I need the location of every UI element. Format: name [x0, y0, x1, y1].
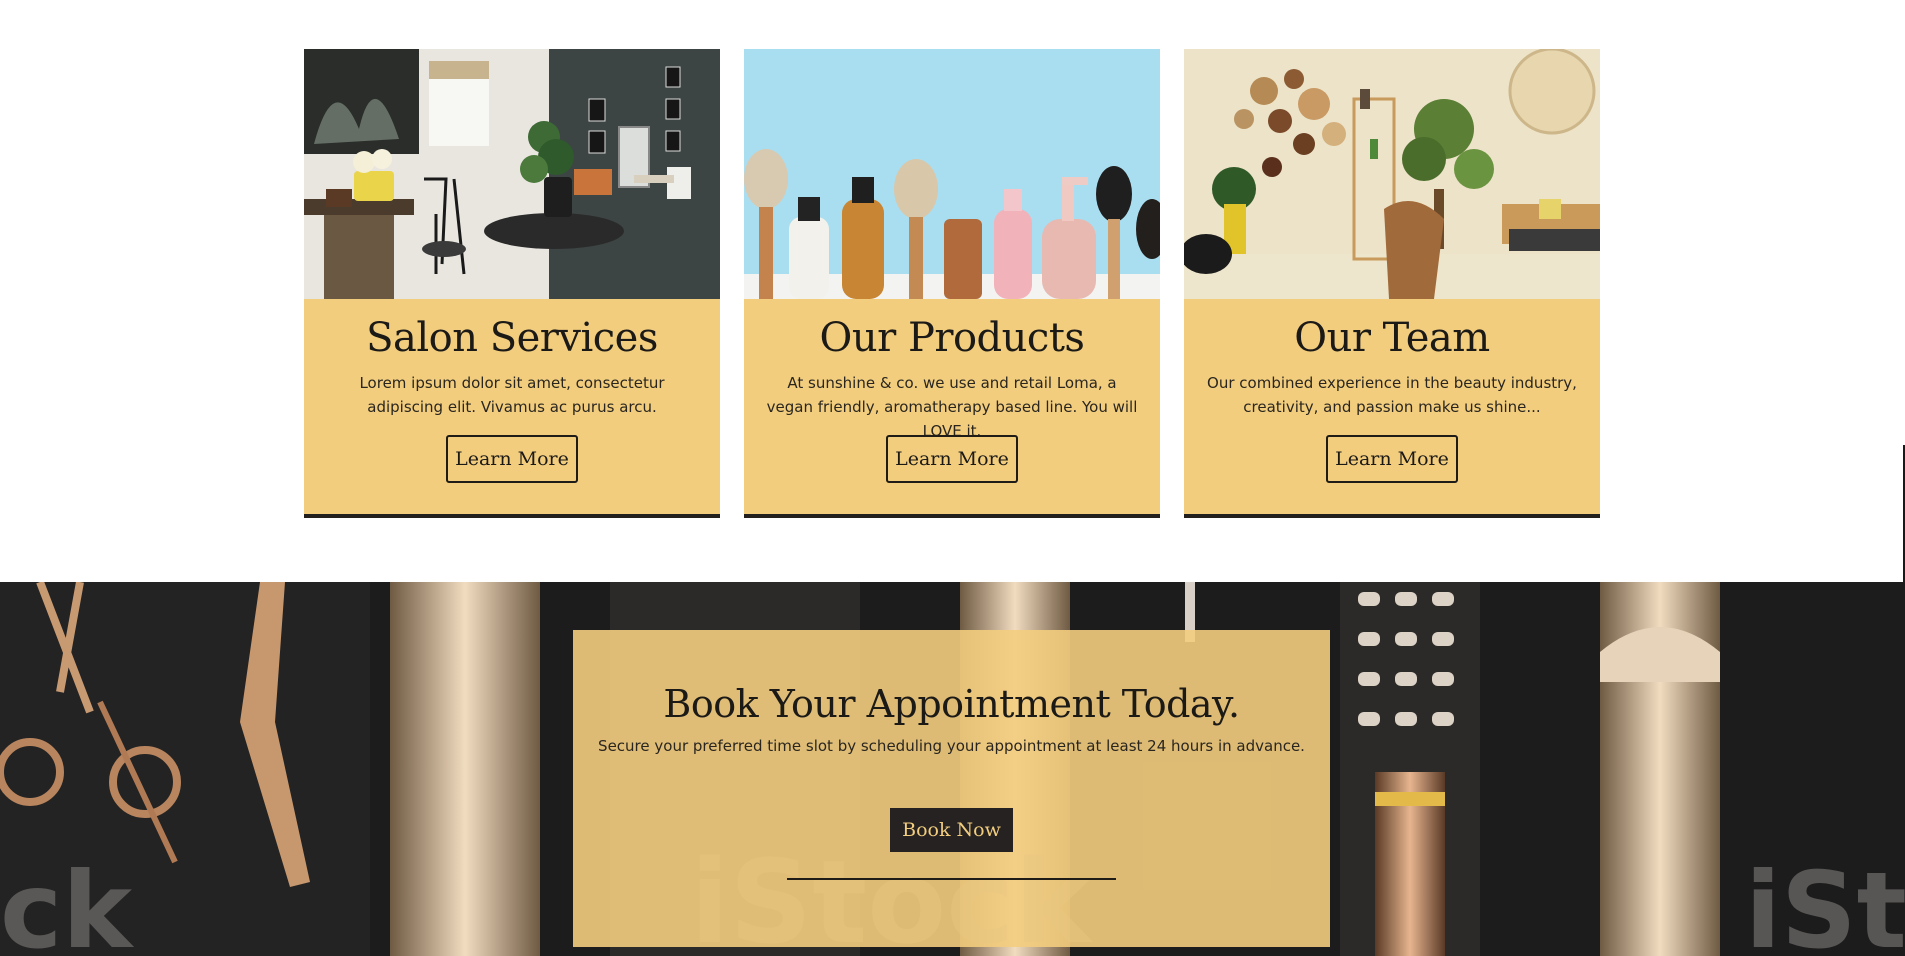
watermark-left: ck	[0, 850, 134, 956]
card-our-products: Our Products At sunshine & co. we use an…	[744, 49, 1160, 518]
learn-more-button[interactable]: Learn More	[1326, 435, 1458, 483]
learn-more-button[interactable]: Learn More	[886, 435, 1018, 483]
book-now-button[interactable]: Book Now	[890, 808, 1013, 852]
card-description: Our combined experience in the beauty in…	[1207, 374, 1577, 416]
booking-subtitle: Secure your preferred time slot by sched…	[598, 737, 1305, 755]
divider	[787, 878, 1116, 880]
card-title: Salon Services	[366, 315, 658, 361]
salon-interior-photo	[304, 49, 720, 299]
watermark-right: iSt	[1745, 850, 1905, 956]
booking-banner: ck iStock iSt Book Your Appointment Toda…	[0, 582, 1905, 956]
card-our-team: Our Team Our combined experience in the …	[1184, 49, 1600, 518]
card-title: Our Products	[819, 315, 1085, 361]
card-title: Our Team	[1294, 315, 1490, 361]
team-lounge-photo	[1184, 49, 1600, 299]
learn-more-button[interactable]: Learn More	[446, 435, 578, 483]
booking-title: Book Your Appointment Today.	[663, 682, 1240, 726]
card-description: Lorem ipsum dolor sit amet, consectetur …	[359, 374, 665, 416]
hair-products-photo	[744, 49, 1160, 299]
feature-cards: Salon Services Lorem ipsum dolor sit ame…	[304, 49, 1600, 518]
card-description: At sunshine & co. we use and retail Loma…	[766, 374, 1138, 440]
card-salon-services: Salon Services Lorem ipsum dolor sit ame…	[304, 49, 720, 518]
booking-panel: Book Your Appointment Today. Secure your…	[573, 630, 1330, 947]
